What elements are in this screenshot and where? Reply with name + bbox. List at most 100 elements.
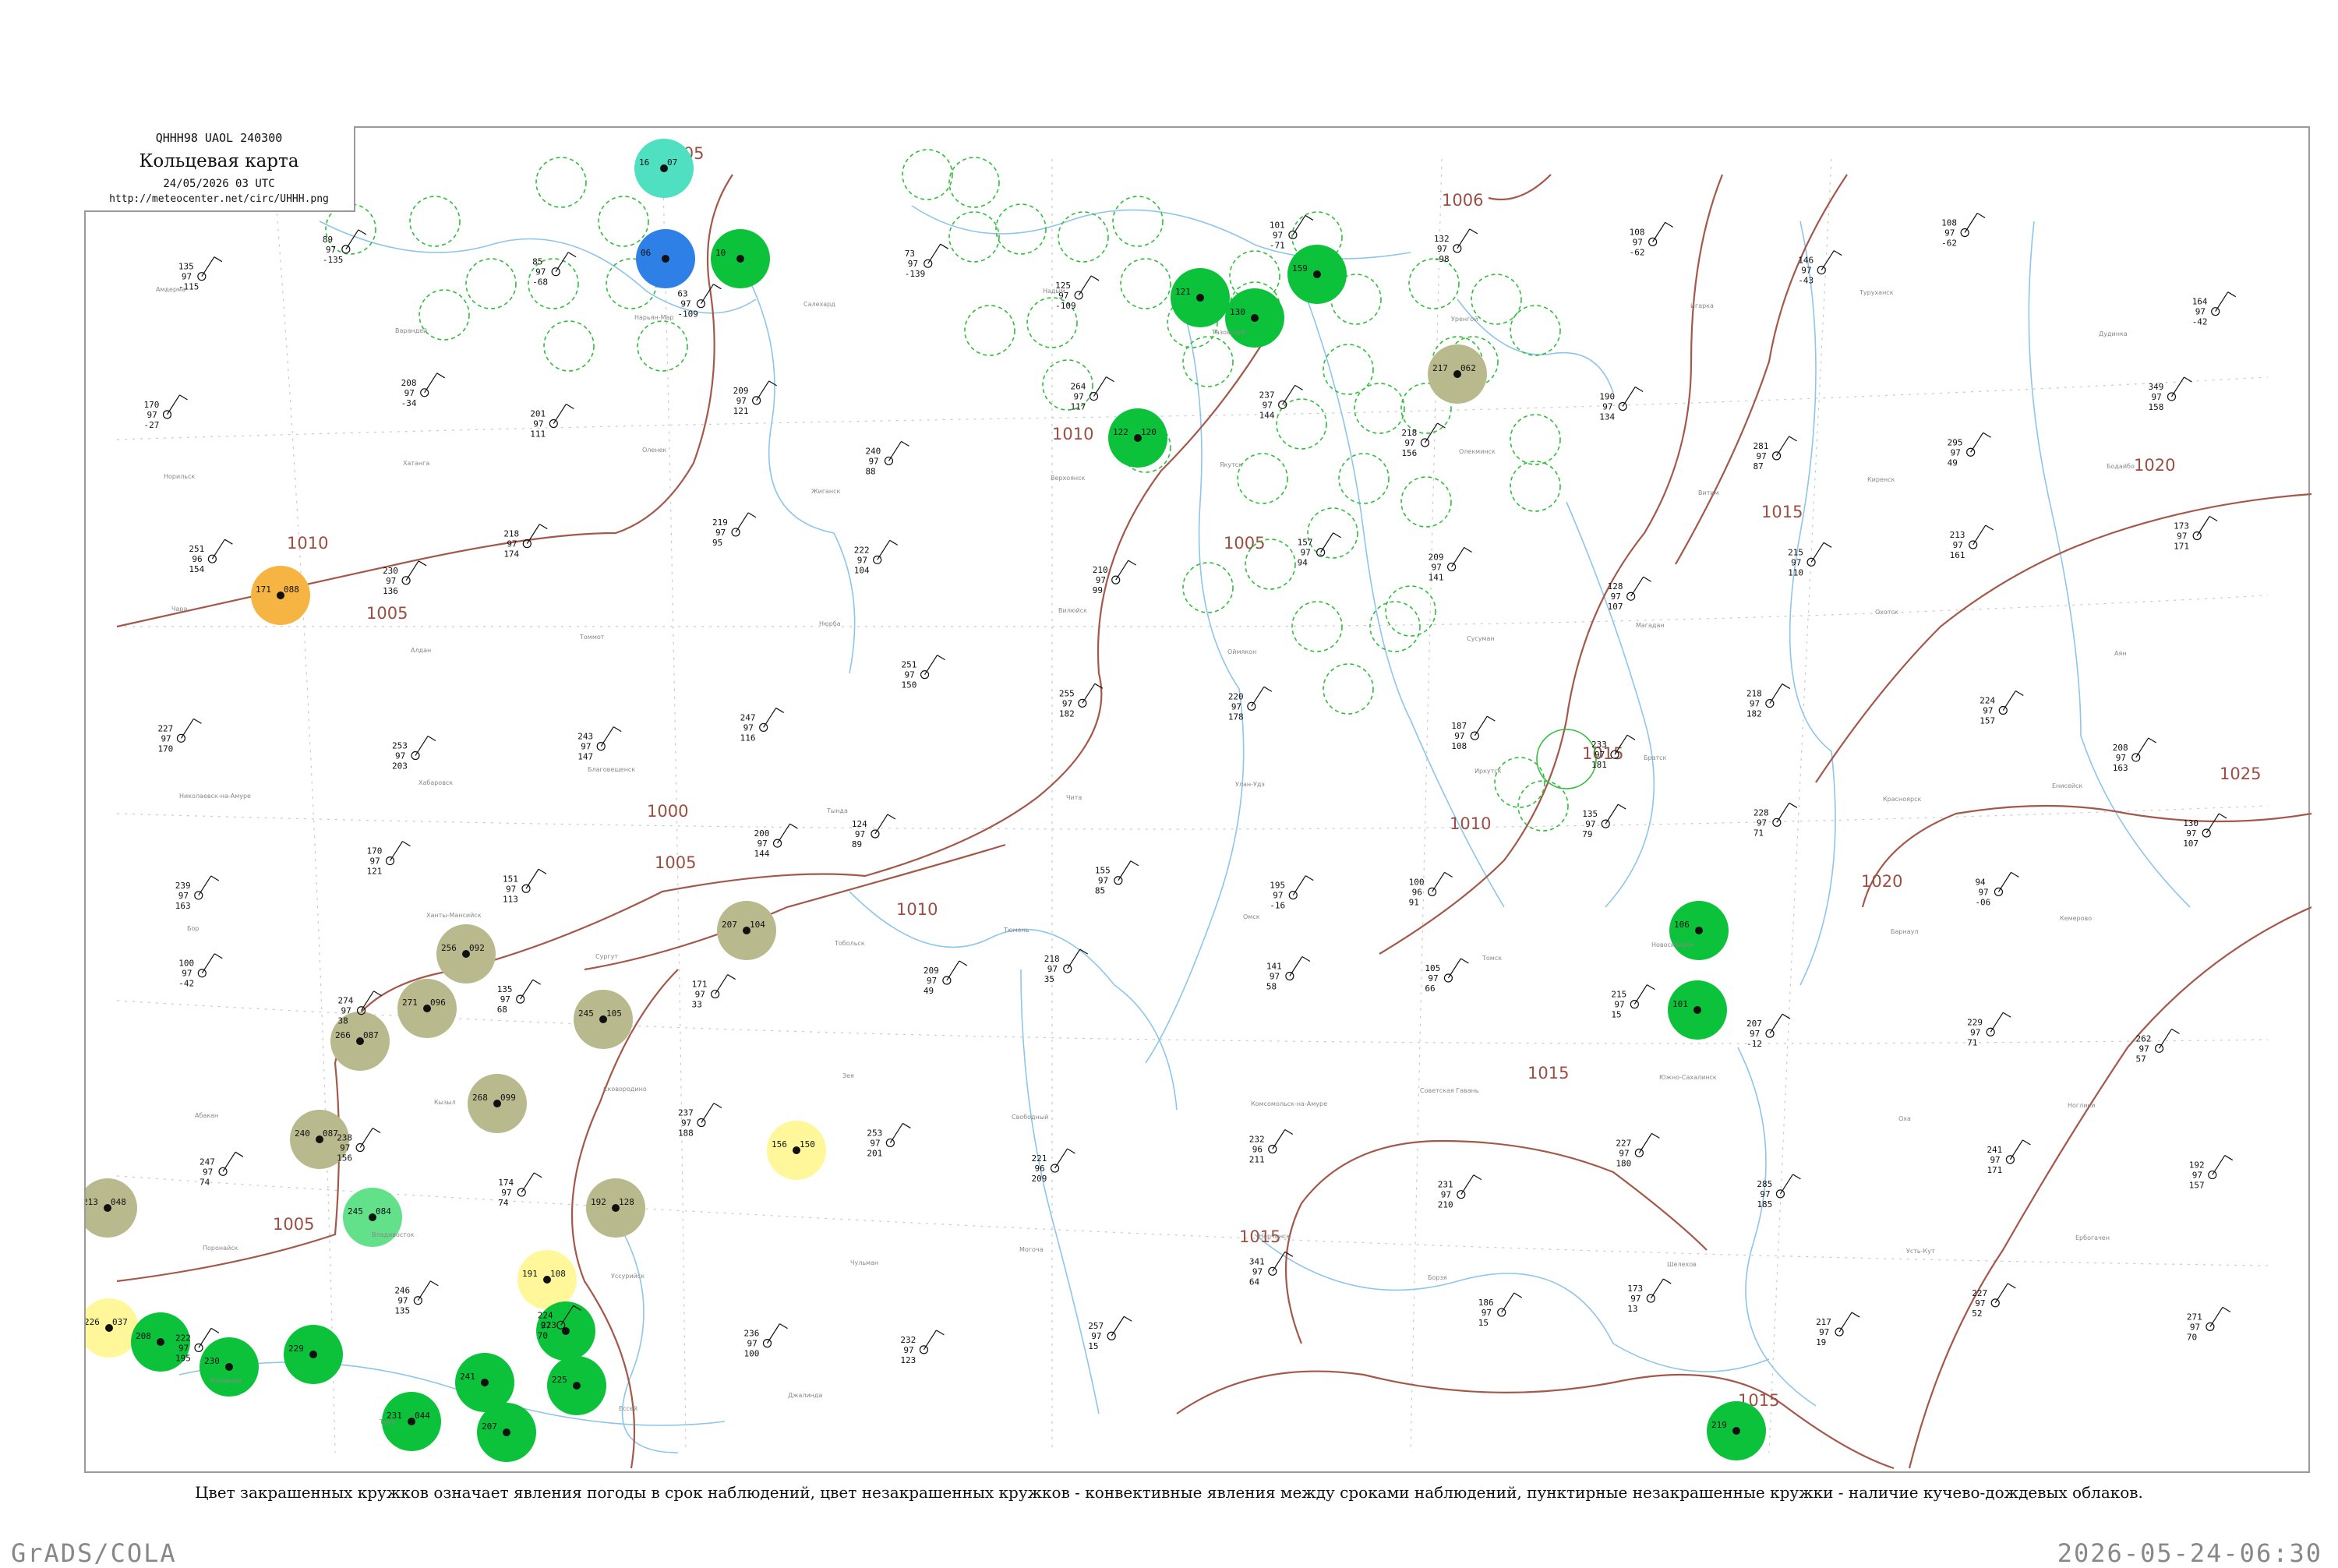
station-pressure: 97 <box>1252 1266 1263 1277</box>
station-plot: 22797170 <box>157 718 202 754</box>
station-plot: 22497157 <box>1980 690 2024 726</box>
map-header: QHHH98 UAOL 240300 Кольцевая карта 24/05… <box>84 126 355 212</box>
station-plot: 16497-42 <box>2192 291 2237 327</box>
station-pressure: 97 <box>147 410 157 420</box>
station-temp: 173 <box>1627 1284 1643 1294</box>
station-temp: 232 <box>1249 1134 1265 1144</box>
station-pressure: 96 <box>1412 887 1422 897</box>
station-temp: 217 <box>1816 1317 1831 1327</box>
station-plot: 2819787 <box>1754 436 1797 471</box>
station-circle <box>207 554 217 563</box>
wind-barb-feather <box>959 960 968 966</box>
wind-barb-feather <box>430 1280 439 1287</box>
station-temp: 100 <box>178 959 194 969</box>
station-temp: 251 <box>189 544 204 554</box>
station-pressure: 97 <box>369 856 380 867</box>
station-name: Усть-Кут <box>1906 1248 1935 1255</box>
station-temp: 171 <box>256 584 271 595</box>
wind-barb <box>424 373 438 394</box>
station-plot: 1719733 <box>692 974 736 1010</box>
station-pressure: 104 <box>750 920 765 930</box>
station-plot: 22797180 <box>1616 1132 1660 1168</box>
station-plot: 24797116 <box>740 707 784 743</box>
station-circle <box>176 733 186 743</box>
station-plot: 1749774 <box>498 1172 542 1208</box>
isobars <box>116 174 2312 1470</box>
station-pressure: 97 <box>1791 557 1801 567</box>
station-pressure: 97 <box>1454 731 1464 741</box>
station-pressure: 97 <box>1482 1308 1492 1318</box>
wind-barb <box>211 539 225 560</box>
wind-barb-feather <box>901 440 909 447</box>
station-visibility: 136 <box>383 586 398 596</box>
wind-barb <box>1289 956 1303 976</box>
wind-barb <box>2209 1307 2223 1327</box>
station-temp: 281 <box>1754 441 1769 451</box>
station-temp: 247 <box>200 1157 215 1167</box>
station-pressure: 97 <box>1990 1155 2000 1165</box>
phenomenon-station: 192 128 <box>586 1178 645 1238</box>
wind-barb-feather <box>2222 1306 2231 1312</box>
station-dot <box>277 592 284 599</box>
station-name: Киренск <box>1867 476 1895 483</box>
map-url: http://meteocenter.net/circ/UHHH.png <box>109 193 329 205</box>
station-name: Свободный <box>1012 1114 1048 1121</box>
wind-barb <box>1964 213 1978 233</box>
station-temp: 222 <box>175 1333 191 1343</box>
station-pressure: 97 <box>1062 698 1072 708</box>
station-dot <box>356 1037 364 1045</box>
station-dot <box>1453 370 1461 378</box>
station-temp: 227 <box>1616 1138 1631 1148</box>
station-dot <box>1695 927 1703 934</box>
graticule <box>116 158 2269 1453</box>
station-name: Благовещенск <box>588 766 635 773</box>
station-pressure: 97 <box>1595 750 1605 760</box>
station-temp: 100 <box>1409 877 1425 887</box>
station-visibility: 87 <box>1754 461 1764 471</box>
wind-barb-feather <box>1106 376 1114 383</box>
wind-barb <box>166 394 180 415</box>
station-visibility: 195 <box>175 1353 191 1363</box>
station-visibility: -68 <box>532 277 548 288</box>
wind-barb-feather <box>1444 871 1453 878</box>
wind-barb <box>361 991 375 1012</box>
station-visibility: 171 <box>1987 1165 2002 1175</box>
phenomenon-station: 10 <box>711 229 770 288</box>
station-visibility: 13 <box>1627 1304 1637 1314</box>
station-plots: 13597-1158997-135 8597-686397-1097397-139… <box>143 212 2237 1365</box>
bulletin-code: QHHH98 UAOL 240300 <box>155 131 283 145</box>
wind-barb-feather <box>1486 715 1496 722</box>
station-temp: 245 <box>348 1206 363 1217</box>
wind-barb-feather <box>937 655 945 661</box>
station-plot: 2719770 <box>2187 1306 2231 1342</box>
station-pressure: 97 <box>1441 1190 1451 1200</box>
station-visibility: 89 <box>852 839 862 849</box>
wind-barb <box>1997 872 2011 892</box>
wind-barb <box>1838 1312 1852 1333</box>
station-name: Олекминск <box>1459 448 1496 455</box>
station-pressure: 97 <box>182 969 192 979</box>
phenomenon-station: 245 105 <box>574 990 633 1049</box>
station-temp: 268 <box>472 1093 488 1103</box>
station-visibility: 203 <box>392 761 408 772</box>
station-pressure: 97 <box>397 1296 408 1306</box>
wind-barb <box>1451 547 1465 567</box>
station-dot <box>543 1276 551 1284</box>
station-visibility: 74 <box>200 1177 210 1187</box>
isobar-label: 1020 <box>2134 456 2175 475</box>
station-temp: 227 <box>1972 1288 1987 1298</box>
wind-barb-feather <box>1617 803 1626 810</box>
station-name: Поронайск <box>203 1245 238 1252</box>
wind-barb-feather <box>2015 690 2024 697</box>
station-name: Норильск <box>164 473 195 480</box>
station-temp: 218 <box>503 529 519 539</box>
station-visibility: 70 <box>2187 1332 2197 1342</box>
station-pressure: 128 <box>619 1197 634 1207</box>
wind-barb <box>2212 1155 2226 1175</box>
phenomenon-station: 16 07 <box>634 139 694 198</box>
wind-barb <box>359 1128 373 1148</box>
station-pressure: 97 <box>341 1006 351 1016</box>
wind-barb-feather <box>539 524 548 530</box>
station-plot: 2179719 <box>1816 1312 1860 1347</box>
station-pressure: 97 <box>1750 1029 1760 1039</box>
